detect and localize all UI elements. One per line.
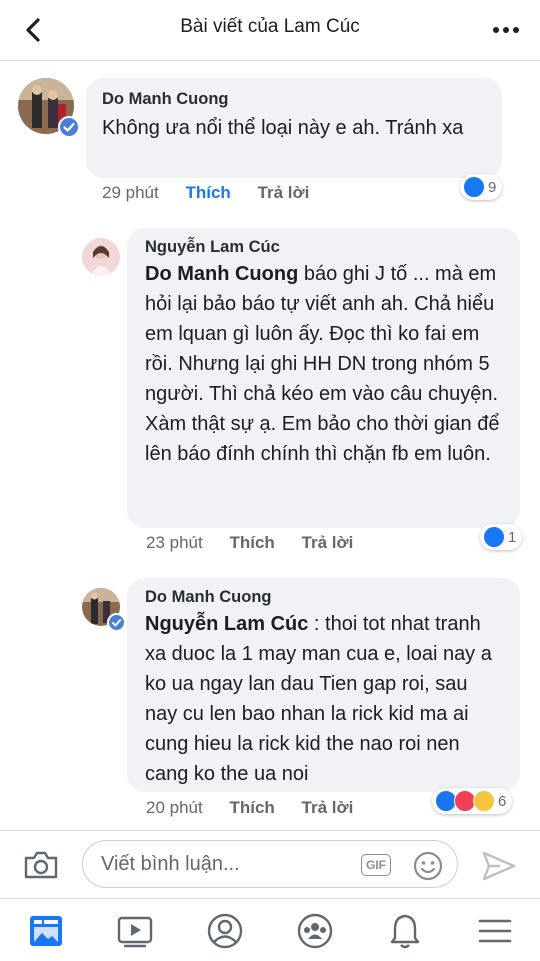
mention-link[interactable]: Do Manh Cuong: [145, 263, 298, 285]
groups-icon[interactable]: [295, 911, 335, 951]
page-title: Bài viết của Lam Cúc: [180, 16, 360, 37]
gif-button[interactable]: GIF: [361, 854, 391, 876]
notifications-icon[interactable]: [385, 911, 425, 951]
wow-reaction-icon: [473, 790, 495, 812]
like-reaction-icon: [483, 526, 505, 548]
more-options-icon[interactable]: [490, 18, 522, 42]
mention-link[interactable]: Nguyễn Lam Cúc: [145, 613, 308, 635]
comment-time: 23 phút: [146, 533, 203, 552]
reaction-summary[interactable]: 6: [432, 788, 513, 814]
comment-author[interactable]: Nguyễn Lam Cúc: [145, 238, 502, 257]
verified-badge-icon: [107, 613, 126, 632]
reply-button[interactable]: Trả lời: [302, 533, 354, 552]
avatar[interactable]: [18, 78, 80, 138]
reaction-count: 1: [508, 528, 517, 546]
like-button[interactable]: Thích: [185, 183, 230, 202]
reply-button[interactable]: Trả lời: [302, 798, 354, 817]
reply-button[interactable]: Trả lời: [258, 183, 310, 202]
comment-time: 20 phút: [146, 798, 203, 817]
comment-author[interactable]: Do Manh Cuong: [102, 90, 486, 109]
comment-text: Không ưa nổi thể loại này e ah. Tránh xa: [102, 117, 464, 139]
comment-placeholder: Viết bình luận...: [101, 852, 240, 875]
like-button[interactable]: Thích: [229, 533, 274, 552]
like-button[interactable]: Thích: [229, 798, 274, 817]
avatar[interactable]: [82, 238, 120, 276]
reaction-count: 9: [488, 178, 497, 196]
comment-bubble[interactable]: Nguyễn Lam Cúc Do Manh Cuong báo ghi J t…: [127, 228, 520, 528]
comment-input[interactable]: Viết bình luận... GIF: [82, 840, 458, 888]
video-icon[interactable]: [115, 911, 155, 951]
comment-bubble[interactable]: Do Manh Cuong Không ưa nổi thể loại này …: [86, 78, 502, 178]
comment-author[interactable]: Do Manh Cuong: [145, 588, 502, 607]
comment-bubble[interactable]: Do Manh Cuong Nguyễn Lam Cúc : thoi tot …: [127, 578, 520, 792]
comment-text: Do Manh Cuong báo ghi J tố ... mà em hỏi…: [145, 263, 500, 465]
like-reaction-icon: [463, 176, 485, 198]
menu-icon[interactable]: [475, 911, 515, 951]
comment-text: Nguyễn Lam Cúc : thoi tot nhat tranh xa …: [145, 613, 492, 785]
comment-actions: 20 phút Thích Trả lời: [146, 798, 375, 818]
bottom-navigation: [0, 898, 540, 961]
news-feed-icon[interactable]: [26, 911, 66, 951]
comment-composer: Viết bình luận... GIF: [0, 830, 540, 899]
comment-actions: 23 phút Thích Trả lời: [146, 533, 375, 553]
comment-time: 29 phút: [102, 183, 159, 202]
top-bar: Bài viết của Lam Cúc: [0, 0, 540, 61]
emoji-icon[interactable]: [411, 849, 445, 883]
reaction-summary[interactable]: 9: [460, 174, 503, 200]
reaction-count: 6: [498, 792, 507, 810]
reaction-summary[interactable]: 1: [480, 524, 523, 550]
camera-icon[interactable]: [22, 849, 60, 881]
send-icon[interactable]: [480, 849, 518, 883]
comment-actions: 29 phút Thích Trả lời: [102, 183, 331, 203]
avatar[interactable]: [82, 588, 126, 632]
profile-icon[interactable]: [205, 911, 245, 951]
verified-badge-icon: [58, 116, 80, 138]
